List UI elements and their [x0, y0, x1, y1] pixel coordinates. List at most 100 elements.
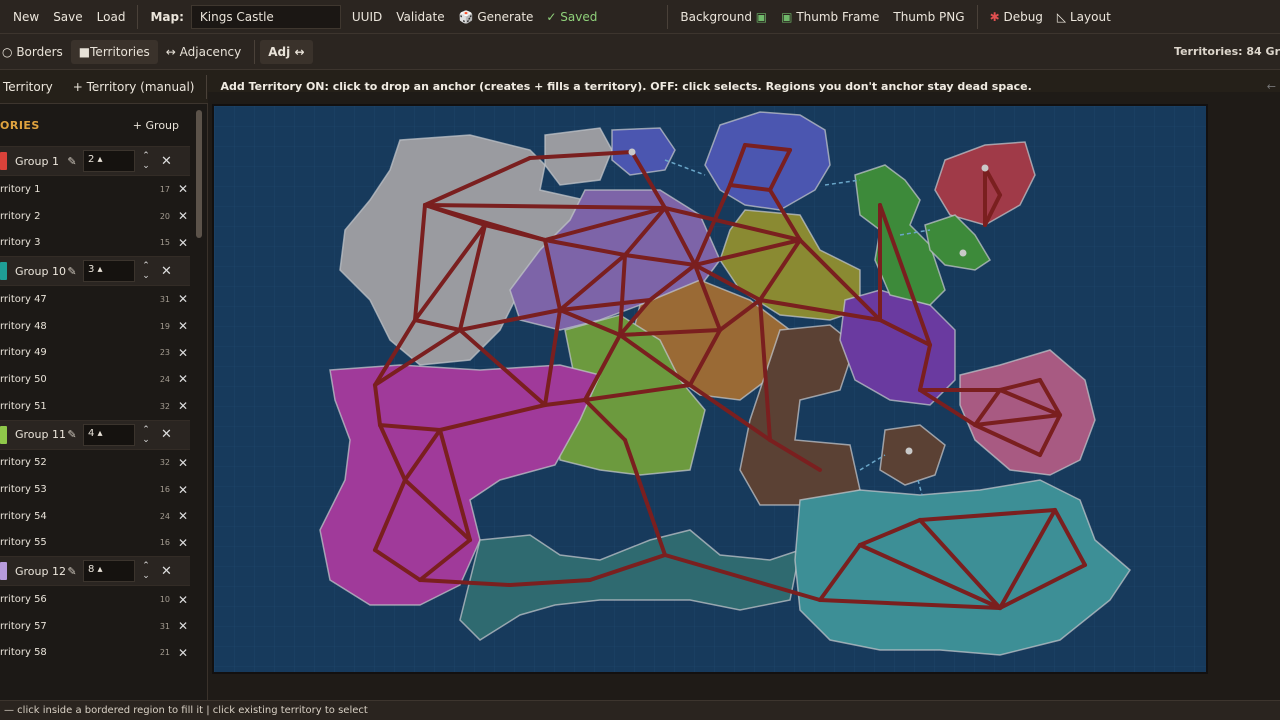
chevron-up-icon[interactable]: ⌃ [139, 151, 153, 161]
group-row[interactable]: Group 12 ✎ 8 ▴ ⌃ ⌄ ✕ [0, 556, 190, 587]
group-row[interactable]: Group 1 ✎ 2 ▴ ⌃ ⌄ ✕ [0, 146, 190, 176]
close-icon[interactable]: ✕ [176, 399, 190, 413]
territories-label: Territories [90, 44, 150, 59]
chevron-up-icon[interactable]: ⌃ [139, 425, 153, 435]
anchor-point[interactable] [628, 148, 636, 156]
thumb-frame-label: Thumb Frame [796, 9, 880, 24]
territory-value: 20 [159, 211, 170, 221]
group-count-stepper[interactable]: ⌃ ⌄ [139, 261, 153, 281]
group-count-stepper[interactable]: ⌃ ⌄ [139, 561, 153, 581]
close-icon[interactable]: ✕ [176, 319, 190, 333]
close-icon[interactable]: ✕ [176, 509, 190, 523]
status-bar: — click inside a bordered region to fill… [0, 700, 1280, 720]
territory-row[interactable]: rritory 51 32 ✕ [0, 393, 190, 420]
separator [976, 4, 978, 29]
sidebar-scrollbar[interactable] [196, 110, 202, 238]
pencil-icon[interactable]: ✎ [63, 155, 81, 168]
generate-button[interactable]: 🎲 Generate [452, 6, 541, 28]
close-icon[interactable]: ✕ [176, 372, 190, 386]
territory-row[interactable]: rritory 56 10 ✕ [0, 586, 190, 613]
add-group-button[interactable]: + Group [133, 119, 179, 132]
tab-territories[interactable]: ■Territories [70, 39, 158, 64]
close-icon[interactable]: ✕ [161, 154, 172, 169]
adj-toggle-button[interactable]: Adj ↔ [260, 39, 313, 64]
group-count-stepper[interactable]: ⌃ ⌄ [139, 151, 153, 171]
group-row[interactable]: Group 10 ✎ 3 ▴ ⌃ ⌄ ✕ [0, 256, 190, 287]
close-icon[interactable]: ✕ [176, 536, 190, 550]
group-row[interactable]: Group 11 ✎ 4 ▴ ⌃ ⌄ ✕ [0, 419, 190, 450]
close-icon[interactable]: ✕ [176, 236, 190, 250]
anchor-point[interactable] [905, 447, 913, 455]
load-button[interactable]: Load [90, 6, 133, 28]
territory-row[interactable]: rritory 1 17 ✕ [0, 176, 190, 203]
territory-row[interactable]: rritory 58 21 ✕ [0, 640, 190, 667]
thumb-png-button[interactable]: Thumb PNG [886, 6, 971, 28]
background-button[interactable]: Background ▣ [673, 6, 774, 28]
territory-row[interactable]: rritory 57 31 ✕ [0, 613, 190, 640]
add-territory-toggle[interactable]: Territory [0, 76, 60, 98]
territory-value: 15 [159, 238, 170, 248]
close-icon[interactable]: ✕ [176, 619, 190, 633]
close-icon[interactable]: ✕ [176, 593, 190, 607]
debug-button[interactable]: ✱ Debug [983, 6, 1050, 28]
territory-row[interactable]: rritory 2 20 ✕ [0, 203, 190, 230]
territory-row[interactable]: rritory 54 24 ✕ [0, 503, 190, 530]
uuid-button[interactable]: UUID [345, 6, 389, 28]
close-icon[interactable]: ✕ [176, 292, 190, 306]
close-icon[interactable]: ✕ [176, 483, 190, 497]
group-color-swatch[interactable] [0, 562, 7, 581]
sidebar-title: ORIES [0, 118, 40, 132]
close-icon[interactable]: ✕ [176, 646, 190, 660]
tab-adjacency[interactable]: ↔ Adjacency [158, 40, 249, 64]
close-icon[interactable]: ✕ [176, 346, 190, 360]
territory-row[interactable]: rritory 50 24 ✕ [0, 366, 190, 393]
map-name-input[interactable] [190, 4, 341, 29]
close-icon[interactable]: ✕ [161, 264, 172, 279]
territory-row[interactable]: rritory 48 19 ✕ [0, 313, 190, 340]
chevron-up-icon[interactable]: ⌃ [139, 261, 153, 271]
chevron-up-icon[interactable]: ⌃ [139, 561, 153, 571]
main-toolbar: New Save Load Map: UUID Validate 🎲 Gener… [0, 0, 1280, 34]
territory-row[interactable]: rritory 3 15 ✕ [0, 229, 190, 256]
group-count-input[interactable]: 2 ▴ [83, 150, 135, 172]
new-button[interactable]: New [6, 6, 46, 28]
group-color-swatch[interactable] [0, 425, 7, 444]
chevron-down-icon[interactable]: ⌄ [139, 161, 153, 171]
image-icon: ▣ [781, 9, 793, 24]
pencil-icon[interactable]: ✎ [63, 265, 81, 278]
close-icon[interactable]: ✕ [176, 182, 190, 196]
group-count-input[interactable]: 3 ▴ [83, 260, 135, 283]
map-svg[interactable] [214, 106, 1208, 674]
validate-button[interactable]: Validate [389, 6, 451, 28]
territory-row[interactable]: rritory 53 16 ✕ [0, 476, 190, 503]
layout-button[interactable]: ◺ Layout [1050, 6, 1118, 28]
close-icon[interactable]: ✕ [176, 456, 190, 470]
pencil-icon[interactable]: ✎ [63, 428, 81, 441]
chevron-down-icon[interactable]: ⌄ [139, 271, 153, 281]
thumb-frame-button[interactable]: ▣ Thumb Frame [774, 6, 886, 28]
arrows-icon: ↔ [294, 44, 305, 59]
group-count-input[interactable]: 4 ▴ [83, 423, 135, 446]
group-count-stepper[interactable]: ⌃ ⌄ [139, 425, 153, 445]
group-color-swatch[interactable] [0, 262, 7, 281]
territory-row[interactable]: rritory 52 32 ✕ [0, 450, 190, 477]
separator [137, 4, 139, 29]
anchor-point[interactable] [981, 164, 989, 172]
chevron-down-icon[interactable]: ⌄ [139, 435, 153, 445]
map-canvas[interactable] [212, 104, 1208, 674]
group-color-swatch[interactable] [0, 152, 7, 170]
anchor-point[interactable] [959, 249, 967, 257]
territory-name: rritory 54 [0, 510, 47, 522]
pencil-icon[interactable]: ✎ [63, 565, 81, 578]
territory-row[interactable]: rritory 49 23 ✕ [0, 339, 190, 366]
group-count-input[interactable]: 8 ▴ [83, 560, 135, 583]
close-icon[interactable]: ✕ [161, 564, 172, 579]
add-territory-manual-button[interactable]: + Territory (manual) [66, 76, 202, 98]
territory-row[interactable]: rritory 47 31 ✕ [0, 286, 190, 313]
close-icon[interactable]: ✕ [176, 209, 190, 223]
chevron-down-icon[interactable]: ⌄ [139, 571, 153, 581]
save-button[interactable]: Save [46, 6, 89, 28]
tab-borders[interactable]: ○ Borders [0, 40, 71, 64]
close-icon[interactable]: ✕ [161, 427, 172, 442]
territory-row[interactable]: rritory 55 16 ✕ [0, 530, 190, 557]
